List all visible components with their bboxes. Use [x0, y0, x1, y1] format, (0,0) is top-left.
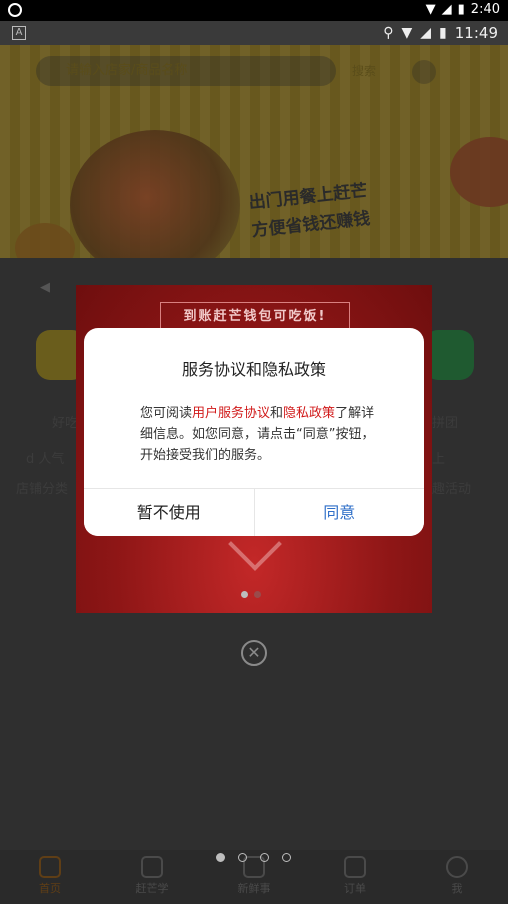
wifi-icon: ▼ — [425, 2, 436, 17]
dialog-body: 您可阅读用户服务协议和隐私政策了解详细信息。如您同意，请点击“同意”按钮，开始接… — [140, 403, 376, 466]
privacy-dialog: 服务协议和隐私政策 您可阅读用户服务协议和隐私政策了解详细信息。如您同意，请点击… — [84, 328, 424, 536]
battery-icon-2: ▮ — [439, 25, 447, 41]
notification-icon — [8, 3, 22, 17]
decline-button[interactable]: 暂不使用 — [84, 489, 255, 536]
location-icon: ⚲ — [383, 25, 394, 41]
app-time: 11:49 — [454, 24, 498, 42]
wifi-icon-2: ▼ — [401, 25, 413, 41]
dialog-title: 服务协议和隐私政策 — [181, 360, 326, 379]
signal-icon-2: ◢ — [420, 25, 432, 41]
app-badge-icon: A — [12, 26, 26, 40]
app-status-bar: A ⚲ ▼ ◢ ▮ 11:49 — [0, 21, 508, 45]
dialog-actions: 暂不使用 同意 — [84, 488, 424, 536]
signal-icon: ◢ — [441, 2, 452, 17]
dialog-body-and: 和 — [270, 406, 284, 421]
dialog-body-prefix: 您可阅读 — [140, 406, 193, 421]
privacy-policy-link[interactable]: 隐私政策 — [283, 406, 335, 421]
agree-button[interactable]: 同意 — [254, 489, 424, 536]
system-status-bar: ▼ ◢ ▮ 2:40 — [0, 0, 508, 21]
system-time: 2:40 — [470, 2, 500, 17]
service-agreement-link[interactable]: 用户服务协议 — [192, 406, 270, 421]
battery-icon: ▮ — [457, 2, 465, 17]
